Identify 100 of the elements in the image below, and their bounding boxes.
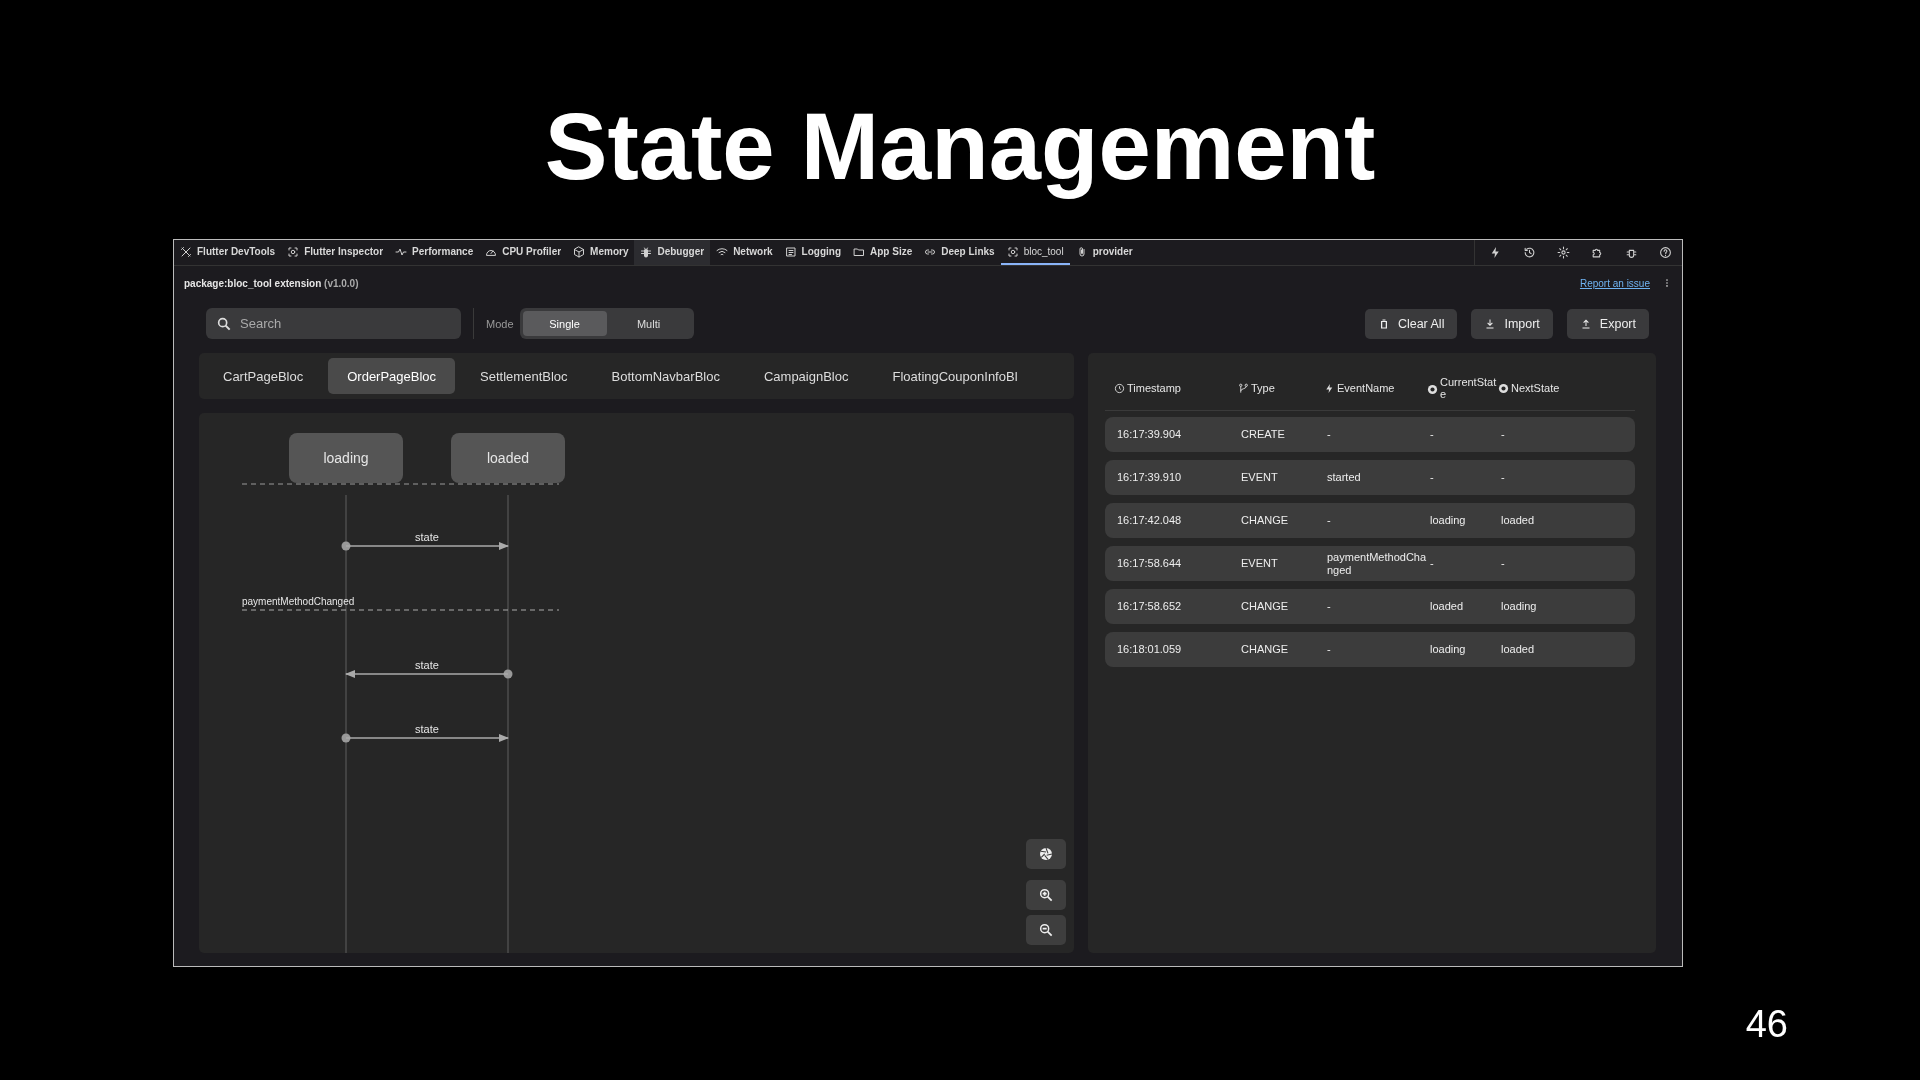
- zoom-out-icon: [1038, 922, 1054, 938]
- flash-icon[interactable]: [1489, 246, 1502, 259]
- table-cell-text: -: [1327, 428, 1332, 441]
- mode-option[interactable]: Multi: [606, 311, 691, 336]
- aperture-icon: [1038, 846, 1054, 862]
- transition-label: state: [415, 723, 439, 735]
- bloc-tab[interactable]: OrderPageBloc: [328, 358, 456, 394]
- bloc-tab[interactable]: FloatingCouponInfoBl: [873, 358, 1037, 394]
- table-cell-text: -: [1327, 643, 1332, 656]
- table-cell-text: -: [1430, 471, 1435, 484]
- action-button[interactable]: Clear All: [1364, 308, 1458, 339]
- mode-label: Mode: [486, 317, 514, 330]
- bloc-tab[interactable]: CartPageBloc: [204, 358, 323, 394]
- table-cell-text: CHANGE: [1241, 600, 1290, 613]
- flash-icon: [1324, 383, 1335, 395]
- devtools-tab[interactable]: Performance: [389, 240, 480, 265]
- table-cell-text: 16:18:01.059: [1117, 643, 1183, 656]
- radio-icon: [1427, 383, 1438, 395]
- table-cell-text: -: [1430, 557, 1435, 570]
- page-number: 46: [1745, 1005, 1788, 1043]
- cube-icon: [573, 245, 586, 258]
- table-cell-text: CHANGE: [1241, 514, 1290, 527]
- table-cell-text: 16:17:58.644: [1117, 557, 1183, 570]
- settings-icon[interactable]: [1557, 246, 1570, 259]
- column-header: EventName: [1337, 383, 1395, 395]
- download-icon: [1484, 317, 1497, 330]
- table-cell-text: EVENT: [1241, 471, 1279, 484]
- table-cell-text: -: [1501, 428, 1506, 441]
- table-cell-text: 16:17:42.048: [1117, 514, 1183, 527]
- table-cell-text: 16:17:58.652: [1117, 600, 1183, 613]
- extension-title: package:bloc_tool extension (v1.0.0): [184, 277, 359, 289]
- action-button[interactable]: Import: [1471, 308, 1553, 339]
- devtools-tab[interactable]: App Size: [847, 240, 919, 265]
- zoom-in-button[interactable]: [1026, 880, 1066, 910]
- table-cell-text: -: [1327, 514, 1332, 527]
- event-label: paymentMethodChanged: [242, 596, 355, 607]
- bloc-tab[interactable]: SettlementBloc: [461, 358, 587, 394]
- mode-option[interactable]: Single: [522, 311, 607, 336]
- folder-icon: [853, 245, 866, 258]
- action-button[interactable]: Export: [1566, 308, 1649, 339]
- devtools-tab[interactable]: Network: [710, 240, 779, 265]
- column-header: NextState: [1511, 383, 1560, 395]
- clock-icon: [1114, 383, 1125, 395]
- help-icon[interactable]: [1659, 246, 1672, 259]
- table-cell-text: loading: [1501, 600, 1538, 613]
- table-cell-text: started: [1327, 471, 1362, 484]
- inspect-icon: [287, 245, 300, 258]
- wifi-icon: [716, 245, 729, 258]
- bug-icon: [640, 245, 653, 258]
- puzzle-icon[interactable]: [1591, 246, 1604, 259]
- table-cell-text: -: [1501, 557, 1506, 570]
- column-header: CurrentState: [1440, 377, 1498, 401]
- screenshot-button[interactable]: [1026, 839, 1066, 869]
- transition-label: state: [415, 531, 439, 543]
- devtools-tab[interactable]: bloc_tool: [1000, 240, 1070, 265]
- table-row[interactable]: 16:17:39.904 CREATE - - -: [1105, 417, 1635, 452]
- table-row[interactable]: 16:18:01.059 CHANGE - loading loaded: [1105, 632, 1635, 667]
- table-cell-text: loaded: [1430, 600, 1465, 613]
- table-cell-text: -: [1501, 471, 1506, 484]
- table-row[interactable]: 16:17:58.652 CHANGE - loaded loading: [1105, 589, 1635, 624]
- zoom-out-button[interactable]: [1026, 915, 1066, 945]
- table-cell-text: loaded: [1501, 643, 1536, 656]
- devtools-tab[interactable]: Logging: [778, 240, 848, 265]
- bloc-tab[interactable]: CampaignBloc: [744, 358, 868, 394]
- app-title-text: Flutter DevTools: [197, 246, 276, 257]
- devtools-tab[interactable]: provider: [1069, 240, 1139, 265]
- state-box: loading: [289, 433, 403, 483]
- table-cell-text: loaded: [1501, 514, 1536, 527]
- search-field[interactable]: Search: [206, 308, 461, 339]
- table-cell-text: 16:17:39.904: [1117, 428, 1183, 441]
- bloc-tab[interactable]: BottomNavbarBloc: [592, 358, 739, 394]
- log-icon: [784, 245, 797, 258]
- column-header: Type: [1251, 383, 1275, 395]
- table-row[interactable]: 16:17:42.048 CHANGE - loading loaded: [1105, 503, 1635, 538]
- table-cell-text: -: [1327, 600, 1332, 613]
- table-cell-text: CHANGE: [1241, 643, 1290, 656]
- table-cell-text: loading: [1430, 643, 1467, 656]
- devtools-tab[interactable]: Memory: [567, 240, 635, 265]
- devtools-tab[interactable]: CPU Profiler: [479, 240, 568, 265]
- table-cell-text: CREATE: [1241, 428, 1286, 441]
- branch-icon: [1238, 383, 1249, 395]
- devtools-tab[interactable]: Debugger: [634, 240, 711, 265]
- table-cell-text: paymentMethodChanged: [1327, 550, 1428, 577]
- table-cell-text: 16:17:39.910: [1117, 471, 1183, 484]
- devtools-tab[interactable]: Deep Links: [918, 240, 1001, 265]
- table-row[interactable]: 16:17:39.910 EVENT started - -: [1105, 460, 1635, 495]
- zoom-in-icon: [1038, 887, 1054, 903]
- history-icon[interactable]: [1523, 246, 1536, 259]
- state-box: loaded: [451, 433, 565, 483]
- column-header: Timestamp: [1127, 383, 1181, 395]
- search-icon: [216, 316, 232, 332]
- tools-icon: [180, 245, 192, 258]
- radio-icon: [1498, 383, 1509, 395]
- table-cell-text: EVENT: [1241, 557, 1279, 570]
- devtools-tab[interactable]: Flutter Inspector: [281, 240, 390, 265]
- table-cell-text: -: [1430, 428, 1435, 441]
- transition-label: state: [415, 659, 439, 671]
- inspect-icon: [1006, 245, 1019, 258]
- table-cell-text: loading: [1430, 514, 1467, 527]
- report-issue-link[interactable]: Report an issue: [1579, 277, 1650, 289]
